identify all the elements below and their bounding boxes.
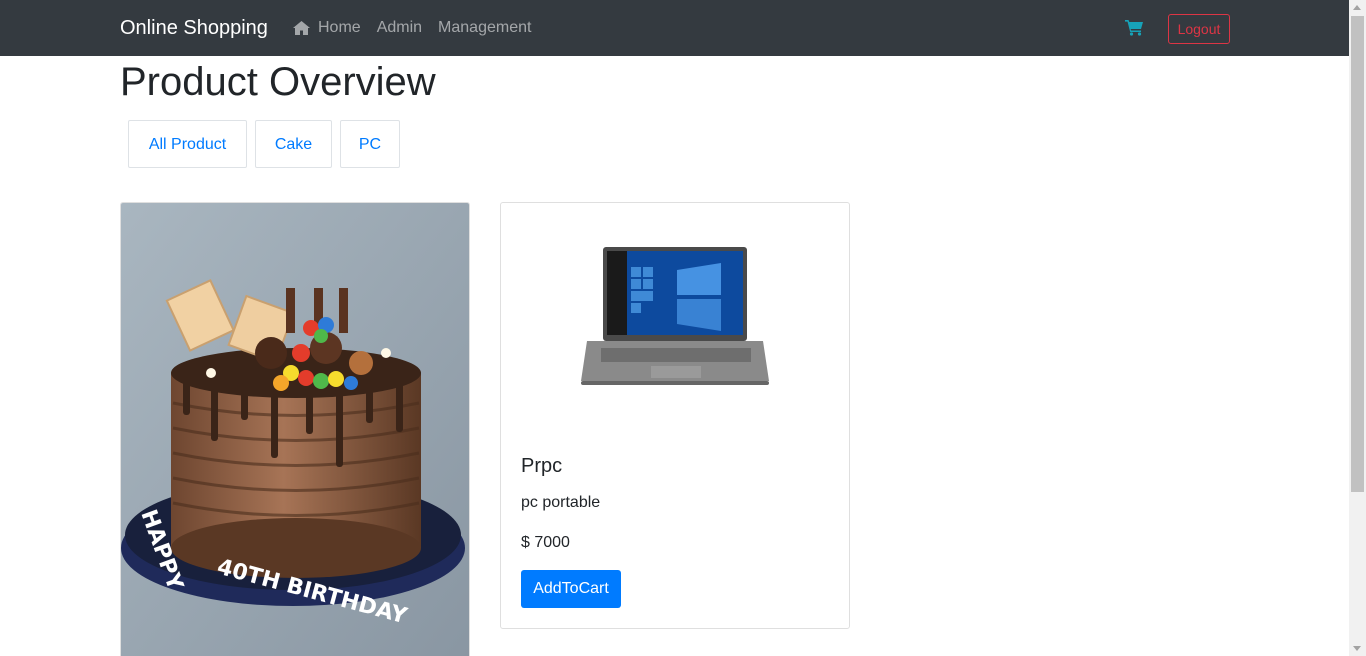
scroll-thumb[interactable] bbox=[1351, 16, 1364, 492]
shopping-cart-icon bbox=[1125, 20, 1143, 36]
scroll-down-arrow-icon[interactable] bbox=[1353, 646, 1361, 651]
chocolate-birthday-cake-image: HAPPY 40TH BIRTHDAY bbox=[121, 203, 469, 656]
logout-button[interactable]: Logout bbox=[1168, 14, 1230, 44]
page-title: Product Overview bbox=[120, 60, 436, 104]
product-card-pc: Prpc pc portable $ 7000 AddToCart bbox=[500, 202, 850, 629]
nav-home-label: Home bbox=[318, 19, 361, 36]
cart-button[interactable] bbox=[1125, 19, 1144, 41]
filter-pc[interactable]: PC bbox=[340, 120, 400, 168]
nav-home[interactable]: Home bbox=[292, 18, 361, 38]
category-filters: All Product Cake PC bbox=[128, 120, 408, 168]
home-icon bbox=[293, 21, 310, 35]
main-nav: Home Admin Management bbox=[292, 18, 547, 38]
laptop-image bbox=[581, 247, 769, 385]
product-description: pc portable bbox=[521, 494, 601, 511]
filter-cake[interactable]: Cake bbox=[255, 120, 332, 168]
brand-link[interactable]: Online Shopping bbox=[120, 16, 268, 40]
nav-admin[interactable]: Admin bbox=[377, 18, 422, 38]
top-navbar: Online Shopping Home Admin Management Lo… bbox=[0, 0, 1349, 56]
product-name: Prpc bbox=[521, 455, 563, 477]
page-scrollbar[interactable] bbox=[1349, 0, 1366, 656]
scroll-up-arrow-icon[interactable] bbox=[1353, 5, 1361, 10]
nav-management[interactable]: Management bbox=[438, 18, 531, 38]
product-card-cake: HAPPY 40TH BIRTHDAY bbox=[120, 202, 470, 656]
filter-all-product[interactable]: All Product bbox=[128, 120, 247, 168]
add-to-cart-button[interactable]: AddToCart bbox=[521, 570, 621, 608]
product-price: $ 7000 bbox=[521, 534, 570, 551]
